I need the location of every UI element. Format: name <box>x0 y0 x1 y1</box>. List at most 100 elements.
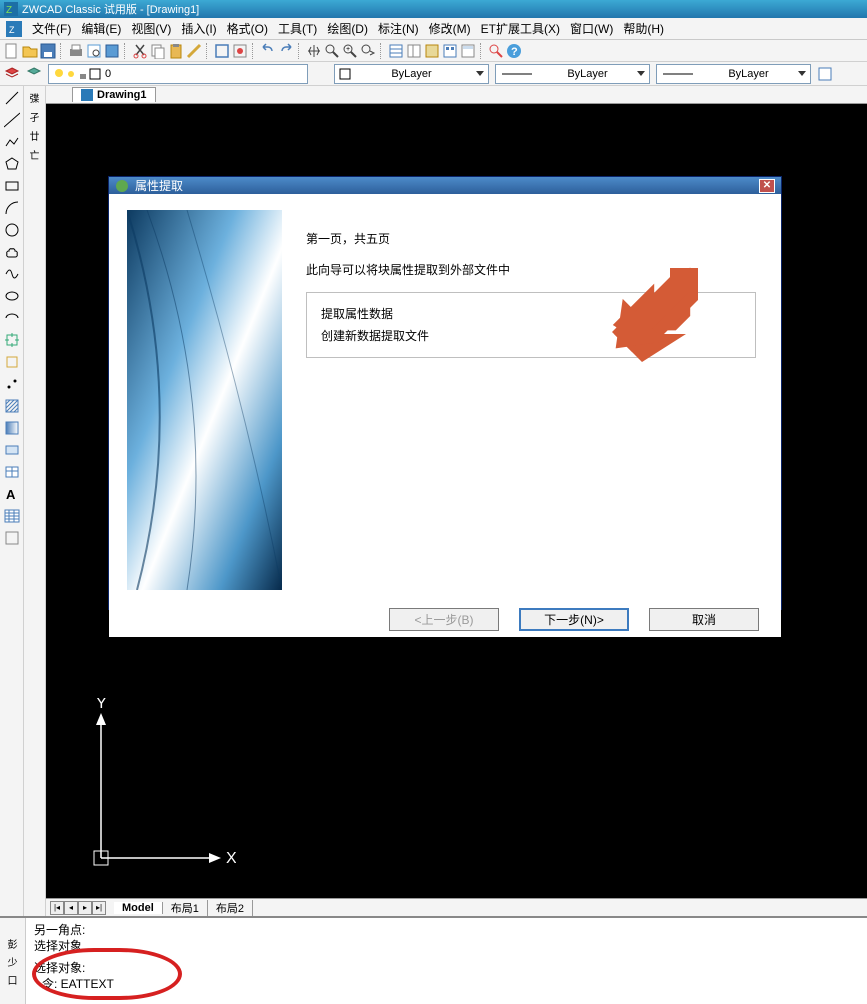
layer-manager-icon[interactable] <box>4 66 20 82</box>
menu-window[interactable]: 窗口(W) <box>570 20 613 37</box>
menu-tools[interactable]: 工具(T) <box>278 20 317 37</box>
ellipse-icon[interactable] <box>4 288 20 304</box>
arc-icon[interactable] <box>4 200 20 216</box>
color-dropdown[interactable]: ByLayer <box>334 64 489 84</box>
layout-tab-2[interactable]: 布局2 <box>208 900 253 916</box>
region-icon[interactable] <box>4 442 20 458</box>
command-history[interactable]: 另一角点: 选择对象 选择对象: 令: EATTEXT <box>26 918 867 1004</box>
undo-icon[interactable] <box>260 43 276 59</box>
sheet-set-icon[interactable] <box>442 43 458 59</box>
save-icon[interactable] <box>40 43 56 59</box>
layout-tab-model[interactable]: Model <box>114 902 163 914</box>
linetype-dropdown[interactable]: ByLayer <box>495 64 650 84</box>
polygon-icon[interactable] <box>4 156 20 172</box>
copy-icon[interactable] <box>150 43 166 59</box>
properties-icon[interactable] <box>388 43 404 59</box>
new-icon[interactable] <box>4 43 20 59</box>
cmd-icon-1[interactable]: 彭 <box>8 936 18 951</box>
block-icon[interactable] <box>214 43 230 59</box>
layer-dropdown[interactable]: 0 <box>48 64 308 84</box>
modify-toolbar: 弽 孑 廿 亡 <box>24 86 46 916</box>
pan-icon[interactable] <box>306 43 322 59</box>
modify-icon-3[interactable]: 廿 <box>30 128 40 143</box>
doc-icon <box>81 89 93 101</box>
cancel-button[interactable]: 取消 <box>649 608 759 631</box>
svg-text:+: + <box>346 46 350 53</box>
print-icon[interactable] <box>68 43 84 59</box>
redo-icon[interactable] <box>278 43 294 59</box>
modify-icon-4[interactable]: 亡 <box>30 147 40 162</box>
more-table-icon[interactable] <box>4 508 20 524</box>
menu-edit[interactable]: 编辑(E) <box>81 20 121 37</box>
layer-name: 0 <box>105 68 111 80</box>
document-tab-active[interactable]: Drawing1 <box>72 87 156 102</box>
standard-toolbar: + ? <box>0 40 867 62</box>
dialog-titlebar[interactable]: 属性提取 ✕ <box>109 177 781 194</box>
color-swatch-icon <box>339 68 351 80</box>
menu-file[interactable]: 文件(F) <box>32 20 71 37</box>
make-block-icon[interactable] <box>4 354 20 370</box>
menu-etext[interactable]: ET扩展工具(X) <box>481 20 560 37</box>
tab-nav-prev-icon[interactable]: ◂ <box>64 901 78 915</box>
hatch-icon[interactable] <box>4 398 20 414</box>
extra-icon[interactable] <box>4 530 20 546</box>
publish-icon[interactable] <box>104 43 120 59</box>
tab-nav-last-icon[interactable]: ▸| <box>92 901 106 915</box>
pline-icon[interactable] <box>4 134 20 150</box>
zoom-icon[interactable] <box>488 43 504 59</box>
modify-icon-2[interactable]: 孑 <box>30 109 40 124</box>
toolbar-separator <box>124 43 128 59</box>
xline-icon[interactable] <box>4 112 20 128</box>
rectangle-icon[interactable] <box>4 178 20 194</box>
tab-nav-next-icon[interactable]: ▸ <box>78 901 92 915</box>
menu-modify[interactable]: 修改(M) <box>429 20 471 37</box>
calc-icon[interactable] <box>460 43 476 59</box>
menu-bar: Z 文件(F) 编辑(E) 视图(V) 插入(I) 格式(O) 工具(T) 绘图… <box>0 18 867 40</box>
layout-tab-1[interactable]: 布局1 <box>163 900 208 916</box>
table-icon[interactable] <box>4 464 20 480</box>
menu-dimension[interactable]: 标注(N) <box>378 20 419 37</box>
command-panel: 彭 少 口 另一角点: 选择对象 选择对象: 令: EATTEXT <box>0 916 867 1004</box>
bulb-icon <box>53 68 65 80</box>
zoom-window-icon[interactable]: + <box>342 43 358 59</box>
paste-icon[interactable] <box>168 43 184 59</box>
line-icon[interactable] <box>4 90 20 106</box>
app-menu-icon[interactable]: Z <box>6 21 22 37</box>
cut-icon[interactable] <box>132 43 148 59</box>
zoom-realtime-icon[interactable] <box>324 43 340 59</box>
menu-format[interactable]: 格式(O) <box>227 20 268 37</box>
open-icon[interactable] <box>22 43 38 59</box>
design-center-icon[interactable] <box>406 43 422 59</box>
color-button-icon[interactable] <box>817 66 833 82</box>
print-preview-icon[interactable] <box>86 43 102 59</box>
point-icon[interactable] <box>4 376 20 392</box>
circle-icon[interactable] <box>4 222 20 238</box>
mtext-icon[interactable]: A <box>4 486 20 502</box>
insert-block-icon[interactable] <box>4 332 20 348</box>
zoom-prev-icon[interactable] <box>360 43 376 59</box>
cmd-icon-3[interactable]: 口 <box>8 972 18 987</box>
gradient-icon[interactable] <box>4 420 20 436</box>
menu-insert[interactable]: 插入(I) <box>181 20 216 37</box>
cmd-icon-2[interactable]: 少 <box>8 954 18 969</box>
help-icon[interactable]: ? <box>506 43 522 59</box>
modify-icon-1[interactable]: 弽 <box>30 90 40 105</box>
lineweight-dropdown[interactable]: ByLayer <box>656 64 811 84</box>
annotation-arrow-final <box>596 258 706 368</box>
ellipse-arc-icon[interactable] <box>4 310 20 326</box>
layer-prev-icon[interactable] <box>26 66 42 82</box>
tab-nav-first-icon[interactable]: |◂ <box>50 901 64 915</box>
dialog-graphic <box>127 210 282 590</box>
prev-button: <上一步(B) <box>389 608 499 631</box>
menu-view[interactable]: 视图(V) <box>131 20 171 37</box>
block-edit-icon[interactable] <box>232 43 248 59</box>
revcloud-icon[interactable] <box>4 244 20 260</box>
close-icon[interactable]: ✕ <box>759 179 775 193</box>
svg-text:Y: Y <box>96 698 107 712</box>
next-button[interactable]: 下一步(N)> <box>519 608 629 631</box>
menu-draw[interactable]: 绘图(D) <box>327 20 368 37</box>
spline-icon[interactable] <box>4 266 20 282</box>
tool-palette-icon[interactable] <box>424 43 440 59</box>
match-prop-icon[interactable] <box>186 43 202 59</box>
menu-help[interactable]: 帮助(H) <box>623 20 664 37</box>
